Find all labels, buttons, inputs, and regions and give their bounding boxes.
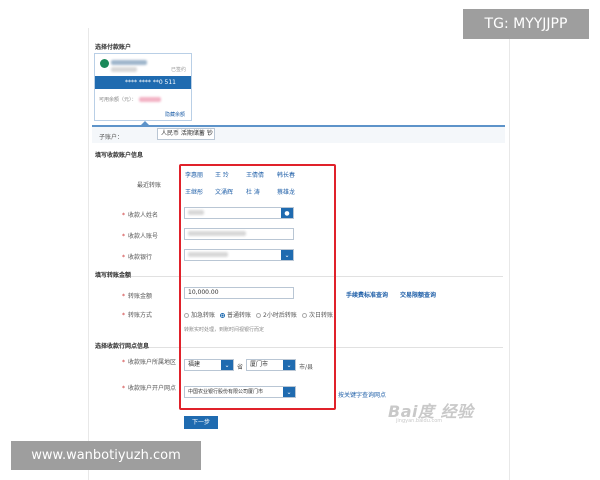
page: 选择付款账户 已签约 **** **** **0 511 可用余额（元）： 隐藏… xyxy=(0,0,600,480)
bank-logo-icon xyxy=(100,59,109,68)
keyword-query-link[interactable]: 按关键字查询网点 xyxy=(338,390,386,399)
card-account-number: **** **** **0 511 xyxy=(95,76,191,89)
card-type-blurred xyxy=(111,67,137,72)
region-label: * 收款账户所属地区 xyxy=(122,359,177,366)
payee-section-title: 填写收款账户信息 xyxy=(95,152,144,159)
payer-account-card[interactable]: 已签约 **** **** **0 511 可用余额（元）： 隐藏余额 xyxy=(94,53,192,121)
transfer-section-title: 填写转账金额 xyxy=(95,272,132,279)
payee-bank-label: * 收款银行 xyxy=(122,254,153,261)
watermark-url: jingyan.baidu.com xyxy=(396,418,443,424)
amount-label: * 转账金额 xyxy=(122,293,153,300)
payee-account-label: * 收款人账号 xyxy=(122,233,159,240)
card-balance-label: 可用余额（元）： xyxy=(99,97,137,103)
payer-section-title: 选择付款账户 xyxy=(95,44,132,51)
highlight-box xyxy=(179,164,336,410)
bank-name-blurred xyxy=(111,60,147,65)
branch-section-title: 选择收款行网点信息 xyxy=(95,343,150,350)
fee-standard-link[interactable]: 手续费标准查询 xyxy=(346,290,388,299)
limit-query-link[interactable]: 交易限额查询 xyxy=(400,290,436,299)
card-badge: 已签约 xyxy=(171,67,187,73)
payee-name-label: * 收款人姓名 xyxy=(122,212,159,219)
recent-transfer-label: 最近转账 xyxy=(137,182,162,189)
branch-label: * 收款账户开户网点 xyxy=(122,385,177,392)
sub-account-select[interactable]: 人民币 活期储蓄 钞 xyxy=(157,128,215,140)
sub-account-bar xyxy=(92,125,505,143)
tg-banner: TG: MYYJJPP xyxy=(463,9,589,39)
hide-balance-link[interactable]: 隐藏余额 xyxy=(165,111,185,118)
method-label: * 转账方式 xyxy=(122,312,153,319)
next-step-button[interactable]: 下一步 xyxy=(184,416,218,429)
sub-account-label: 子账户： xyxy=(99,134,124,141)
card-header: 已签约 xyxy=(95,54,191,76)
card-balance-blurred xyxy=(139,97,161,102)
site-url-banner: www.wanbotiyuzh.com xyxy=(11,441,201,470)
